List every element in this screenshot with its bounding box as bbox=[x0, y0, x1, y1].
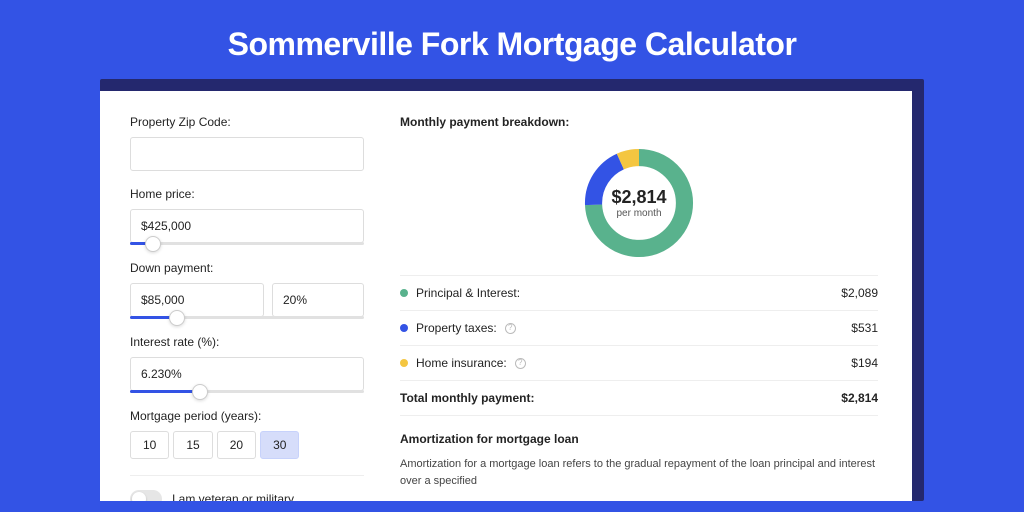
period-option-30[interactable]: 30 bbox=[260, 431, 299, 459]
zip-input[interactable] bbox=[130, 137, 364, 171]
legend-dot-icon bbox=[400, 289, 408, 297]
donut-amount: $2,814 bbox=[611, 187, 666, 208]
home-price-input[interactable] bbox=[130, 209, 364, 243]
legend-label: Principal & Interest: bbox=[416, 286, 520, 300]
amortization-title: Amortization for mortgage loan bbox=[400, 432, 878, 446]
page-title: Sommerville Fork Mortgage Calculator bbox=[0, 0, 1024, 79]
legend-value: $2,089 bbox=[841, 286, 878, 300]
period-option-20[interactable]: 20 bbox=[217, 431, 256, 459]
donut-unit: per month bbox=[616, 208, 661, 219]
period-option-10[interactable]: 10 bbox=[130, 431, 169, 459]
down-payment-label: Down payment: bbox=[130, 261, 364, 275]
legend-dot-icon bbox=[400, 324, 408, 332]
period-option-15[interactable]: 15 bbox=[173, 431, 212, 459]
legend-value: $194 bbox=[851, 356, 878, 370]
down-payment-amount-input[interactable] bbox=[130, 283, 264, 317]
interest-rate-slider[interactable] bbox=[130, 390, 364, 393]
home-price-slider[interactable] bbox=[130, 242, 364, 245]
legend-total-label: Total monthly payment: bbox=[400, 391, 534, 405]
legend-label: Property taxes: bbox=[416, 321, 497, 335]
amortization-section: Amortization for mortgage loan Amortizat… bbox=[400, 416, 878, 489]
veteran-toggle[interactable] bbox=[130, 490, 162, 501]
legend-row-ins: Home insurance: ? $194 bbox=[400, 346, 878, 381]
legend-row-total: Total monthly payment: $2,814 bbox=[400, 381, 878, 416]
legend-row-pi: Principal & Interest: $2,089 bbox=[400, 276, 878, 311]
info-icon[interactable]: ? bbox=[505, 323, 516, 334]
interest-rate-input[interactable] bbox=[130, 357, 364, 391]
legend-dot-icon bbox=[400, 359, 408, 367]
amortization-text: Amortization for a mortgage loan refers … bbox=[400, 456, 878, 489]
down-payment-slider[interactable] bbox=[130, 316, 364, 319]
legend-row-tax: Property taxes: ? $531 bbox=[400, 311, 878, 346]
down-payment-percent-input[interactable] bbox=[272, 283, 364, 317]
info-icon[interactable]: ? bbox=[515, 358, 526, 369]
veteran-label: I am veteran or military bbox=[172, 492, 294, 501]
calculator-card: Property Zip Code: Home price: Down paym… bbox=[100, 91, 912, 501]
home-price-label: Home price: bbox=[130, 187, 364, 201]
breakdown-donut-chart: $2,814 per month bbox=[579, 143, 699, 263]
results-panel: Monthly payment breakdown: $2,814 per mo… bbox=[380, 91, 912, 501]
legend-label: Home insurance: bbox=[416, 356, 507, 370]
legend-value: $531 bbox=[851, 321, 878, 335]
breakdown-heading: Monthly payment breakdown: bbox=[400, 115, 878, 129]
mortgage-period-label: Mortgage period (years): bbox=[130, 409, 364, 423]
legend-total-value: $2,814 bbox=[841, 391, 878, 405]
form-panel: Property Zip Code: Home price: Down paym… bbox=[100, 91, 380, 501]
interest-rate-label: Interest rate (%): bbox=[130, 335, 364, 349]
slider-knob[interactable] bbox=[192, 384, 208, 400]
zip-label: Property Zip Code: bbox=[130, 115, 364, 129]
slider-knob[interactable] bbox=[145, 236, 161, 252]
slider-knob[interactable] bbox=[169, 310, 185, 326]
